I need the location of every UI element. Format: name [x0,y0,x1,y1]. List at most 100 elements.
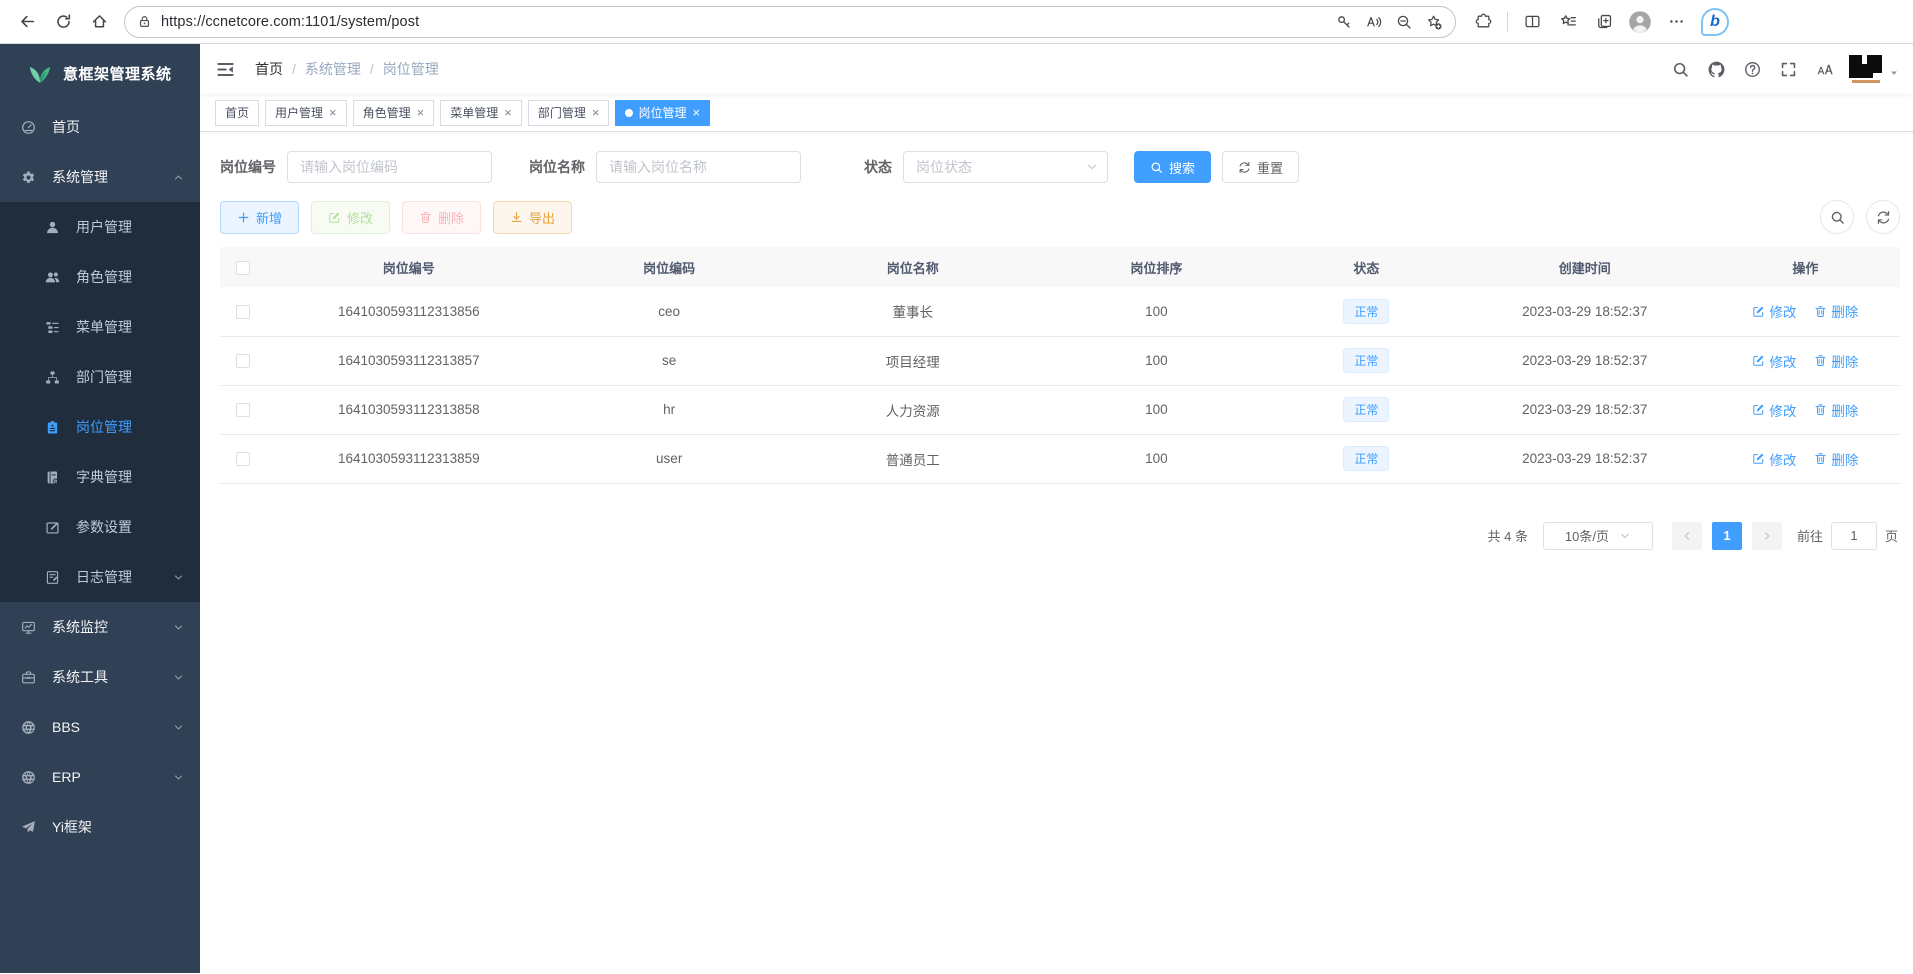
row-checkbox[interactable] [236,354,250,368]
copilot-icon[interactable]: b [1701,8,1729,36]
tab-menu-mgmt[interactable]: 菜单管理 × [440,100,522,126]
field-label: 岗位名称 [529,157,585,177]
row-delete-button[interactable]: 删除 [1814,351,1858,371]
url-text[interactable]: https://ccnetcore.com:1101/system/post [161,14,1329,30]
next-page-button[interactable] [1752,522,1782,550]
app-navbar: 首页/系统管理/岗位管理 [200,44,1913,94]
export-button[interactable]: 导出 [493,201,572,234]
sidebar-item-home[interactable]: 首页 [0,102,200,152]
page-1-button[interactable]: 1 [1712,522,1742,550]
breadcrumb-item[interactable]: 首页 [255,59,283,79]
sidebar-item-system[interactable]: 系统管理 [0,152,200,202]
sidebar-item-menu-mgmt[interactable]: 菜单管理 [0,302,200,352]
tab-close-icon[interactable]: × [417,106,425,119]
cell-id: 1641030593112313857 [266,336,552,385]
browser-menu-icon[interactable] [1659,6,1693,38]
sidebar-item-role-mgmt[interactable]: 角色管理 [0,252,200,302]
sidebar-item-erp[interactable]: ERP [0,752,200,802]
header-search-icon[interactable] [1672,61,1689,78]
page-size-select[interactable]: 10条/页 [1543,522,1653,550]
cell-id: 1641030593112313858 [266,385,552,434]
button-label: 导出 [529,208,555,227]
split-screen-icon[interactable] [1515,6,1549,38]
status-badge: 正常 [1343,348,1389,373]
show-search-button[interactable] [1820,200,1854,234]
collections-icon[interactable] [1587,6,1621,38]
row-edit-button[interactable]: 修改 [1752,351,1796,371]
edit-button[interactable]: 修改 [311,201,390,234]
row-checkbox[interactable] [236,452,250,466]
sidebar-item-dict-mgmt[interactable]: 字典管理 [0,452,200,502]
app-logo[interactable]: 意框架管理系统 [0,44,200,102]
pagination: 共 4 条10条/页1前往页 [220,522,1900,550]
cell-sort: 100 [1039,287,1274,336]
goto-page-input[interactable] [1831,522,1877,550]
help-icon[interactable] [1744,61,1761,78]
sidebar-item-monitor[interactable]: 系统监控 [0,602,200,652]
browser-profile-avatar[interactable] [1623,6,1657,38]
post-name-input[interactable] [596,151,801,183]
chevron-up-icon [173,172,184,183]
tab-close-icon[interactable]: × [329,106,337,119]
tab-close-icon[interactable]: × [504,106,512,119]
search-icon [1830,210,1845,225]
refresh-icon[interactable] [46,6,80,38]
sidebar-toggle-icon[interactable] [212,60,245,79]
row-edit-button[interactable]: 修改 [1752,449,1796,469]
font-size-icon[interactable] [1816,61,1833,78]
sidebar-item-tools[interactable]: 系统工具 [0,652,200,702]
read-aloud-icon[interactable] [1359,6,1389,38]
tab-label: 用户管理 [275,104,323,121]
sidebar-item-param-config[interactable]: 参数设置 [0,502,200,552]
reset-button[interactable]: 重置 [1222,151,1299,183]
add-button[interactable]: 新增 [220,201,299,234]
github-icon[interactable] [1708,61,1725,78]
address-bar[interactable]: https://ccnetcore.com:1101/system/post [124,6,1456,38]
tab-user-mgmt[interactable]: 用户管理 × [265,100,347,126]
password-key-icon[interactable] [1329,6,1359,38]
sidebar-item-log-mgmt[interactable]: 日志管理 [0,552,200,602]
cell-name: 董事长 [787,287,1039,336]
row-checkbox[interactable] [236,403,250,417]
tab-close-icon[interactable]: × [692,106,700,119]
tab-label: 菜单管理 [450,104,498,121]
user-avatar[interactable] [1849,55,1899,83]
add-favorite-icon[interactable] [1419,6,1449,38]
row-edit-button[interactable]: 修改 [1752,301,1796,321]
row-edit-button[interactable]: 修改 [1752,400,1796,420]
sidebar-item-label: 用户管理 [76,217,184,237]
chevron-down-icon [173,672,184,683]
row-delete-button[interactable]: 删除 [1814,449,1858,469]
tab-close-icon[interactable]: × [592,106,600,119]
favorites-bar-icon[interactable] [1551,6,1585,38]
select-all-checkbox[interactable] [236,261,250,275]
search-button[interactable]: 搜索 [1134,151,1211,183]
sidebar-item-yi-framework[interactable]: Yi框架 [0,802,200,852]
zoom-out-icon[interactable] [1389,6,1419,38]
refresh-table-button[interactable] [1866,200,1900,234]
tab-post-mgmt[interactable]: 岗位管理× [615,100,710,126]
fullscreen-icon[interactable] [1780,61,1797,78]
prev-page-button[interactable] [1672,522,1702,550]
tab-role-mgmt[interactable]: 角色管理× [353,100,435,126]
row-checkbox[interactable] [236,305,250,319]
cell-name: 普通员工 [787,434,1039,483]
row-delete-button[interactable]: 删除 [1814,400,1858,420]
extensions-icon[interactable] [1466,6,1500,38]
sidebar-item-user-mgmt[interactable]: 用户管理 [0,202,200,252]
col-status: 状态 [1274,247,1459,287]
form-item-post-name: 岗位名称 [529,151,801,183]
sidebar-item-bbs[interactable]: BBS [0,702,200,752]
status-select[interactable]: 岗位状态 [903,151,1108,183]
sidebar-item-post-mgmt[interactable]: 岗位管理 [0,402,200,452]
back-icon[interactable] [10,6,44,38]
delete-button[interactable]: 删除 [402,201,481,234]
globe-icon [21,770,38,785]
tab-dept-mgmt[interactable]: 部门管理× [528,100,610,126]
row-delete-button[interactable]: 删除 [1814,301,1858,321]
tab-home[interactable]: 首页 [215,100,259,126]
sidebar-item-dept-mgmt[interactable]: 部门管理 [0,352,200,402]
home-icon[interactable] [82,6,116,38]
select-placeholder: 岗位状态 [916,157,1086,177]
post-code-input[interactable] [287,151,492,183]
